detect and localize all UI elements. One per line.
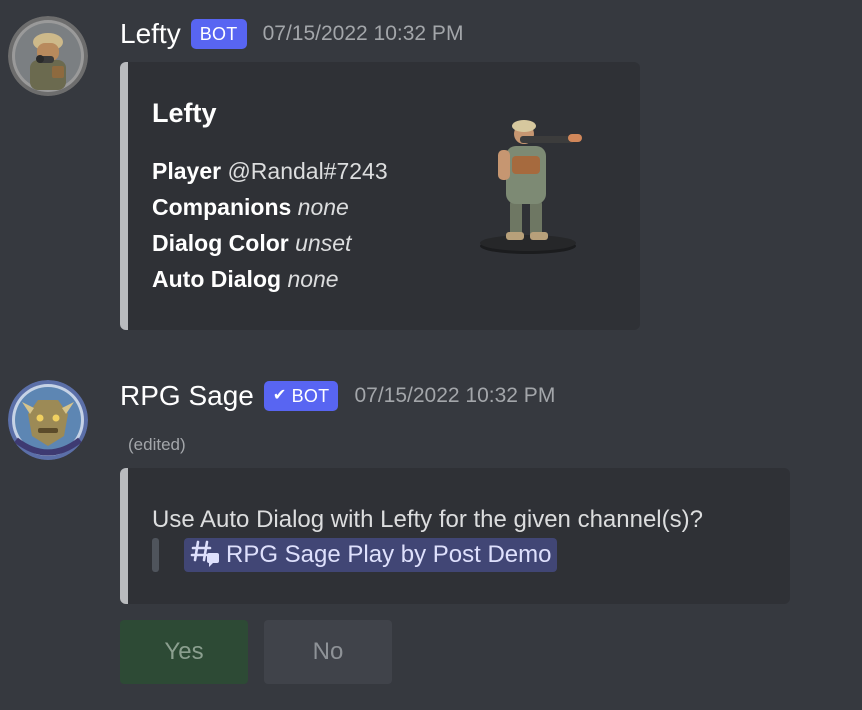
embed-thumbnail[interactable] <box>476 100 586 265</box>
user-mention[interactable]: @Randal#7243 <box>227 158 387 184</box>
character-embed: Lefty Player @Randal#7243 Companions non… <box>120 62 640 330</box>
rpg-sage-avatar[interactable] <box>8 380 88 460</box>
embed-field-player: Player @Randal#7243 <box>152 158 388 184</box>
channel-name: RPG Sage Play by Post Demo <box>226 541 552 568</box>
block-quote-bar <box>152 538 159 572</box>
message-timestamp[interactable]: 07/15/2022 10:32 PM <box>354 384 555 408</box>
message-author[interactable]: Lefty <box>120 18 181 50</box>
checkmark-icon: ✔ <box>272 387 287 404</box>
yes-button[interactable]: Yes <box>120 620 248 684</box>
lefty-avatar[interactable] <box>8 16 88 96</box>
prompt-embed: Use Auto Dialog with Lefty for the given… <box>120 468 790 604</box>
embed-title: Lefty <box>152 98 217 128</box>
bot-badge: BOT <box>190 19 247 49</box>
embed-field-companions: Companions none <box>152 194 349 220</box>
thread-channel-icon <box>190 537 220 574</box>
message-author[interactable]: RPG Sage <box>120 380 254 412</box>
verified-bot-badge: ✔ BOT <box>263 381 339 411</box>
no-button[interactable]: No <box>264 620 392 684</box>
embed-field-auto-dialog: Auto Dialog none <box>152 266 339 292</box>
channel-mention[interactable]: RPG Sage Play by Post Demo <box>184 537 558 574</box>
embed-field-dialog-color: Dialog Color unset <box>152 230 352 256</box>
edited-label: (edited) <box>128 435 186 454</box>
message-timestamp[interactable]: 07/15/2022 10:32 PM <box>263 22 464 46</box>
embed-description: Use Auto Dialog with Lefty for the given… <box>152 506 703 533</box>
